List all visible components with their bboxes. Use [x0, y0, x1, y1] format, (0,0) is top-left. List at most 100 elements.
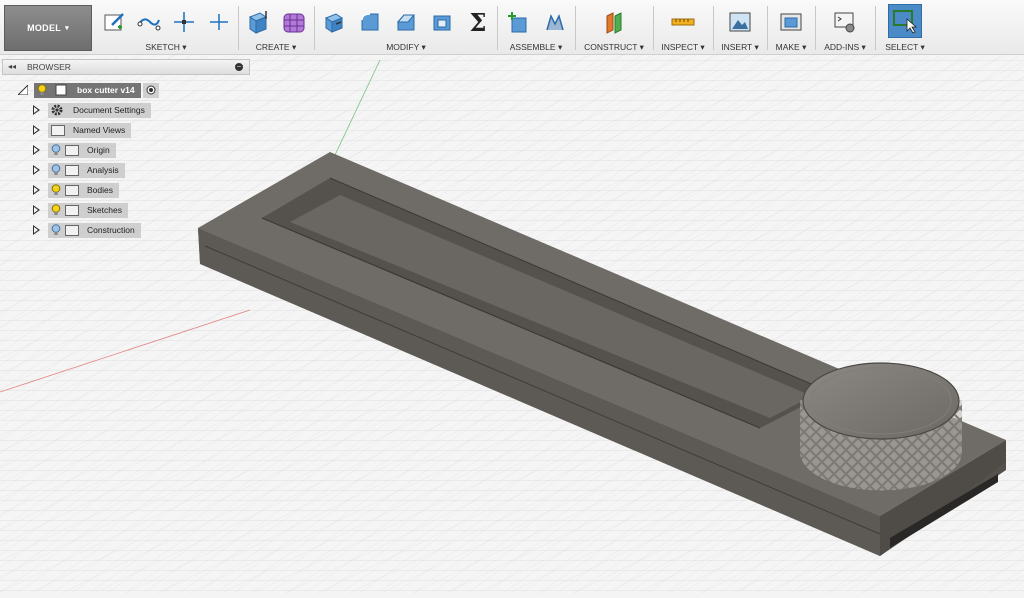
line-tool-icon[interactable] [136, 9, 162, 35]
toolbar-group-insert: INSERT ▾ [715, 0, 765, 54]
lightbulb-off-icon[interactable] [51, 224, 61, 236]
folder-icon [65, 224, 79, 236]
toolbar-group-label-sketch[interactable]: SKETCH ▾ [96, 42, 236, 53]
lightbulb-off-icon[interactable] [51, 164, 61, 176]
collapse-browser-icon[interactable]: ◂◂ [8, 62, 16, 71]
toolbar-divider [497, 6, 498, 50]
browser-item-tag[interactable]: Origin [48, 142, 116, 158]
toolbar-divider [713, 6, 714, 50]
toolbar-group-assemble: ASSEMBLE ▾ [499, 0, 573, 54]
toolbar-divider [238, 6, 239, 50]
browser-panel-header[interactable]: ◂◂ BROWSER – [2, 59, 250, 75]
dimension-tool-icon[interactable] [206, 9, 232, 35]
folder-icon [65, 144, 79, 156]
toolbar-group-label-assemble[interactable]: ASSEMBLE ▾ [499, 42, 573, 53]
browser-item-label: Document Settings [73, 105, 145, 115]
point-tool-icon[interactable] [171, 9, 197, 35]
browser-item-label: Construction [87, 225, 135, 235]
main-toolbar: MODEL ▾ SKETCH ▾ CREATE ▾ Σ MODIFY ▾ ASS… [0, 0, 1024, 55]
workspace-label: MODEL [27, 23, 62, 33]
browser-item-construction[interactable]: Construction [33, 222, 141, 238]
root-node-tag[interactable]: box cutter v14 [34, 82, 141, 98]
lightbulb-on-icon[interactable] [51, 204, 61, 216]
folder-icon [65, 204, 79, 216]
toolbar-group-select: SELECT ▾ [877, 0, 933, 54]
expand-triangle-icon[interactable] [33, 225, 40, 235]
toolbar-group-make: MAKE ▾ [769, 0, 813, 54]
lightbulb-off-icon[interactable] [51, 144, 61, 156]
toolbar-group-label-select[interactable]: SELECT ▾ [877, 42, 933, 53]
create-sketch-icon[interactable] [101, 9, 127, 35]
toolbar-group-create: CREATE ▾ [240, 0, 312, 54]
expand-triangle-icon[interactable] [33, 165, 40, 175]
form-tool-icon[interactable] [281, 9, 307, 35]
browser-item-origin[interactable]: Origin [33, 142, 116, 158]
toolbar-group-label-insert[interactable]: INSERT ▾ [715, 42, 765, 53]
browser-item-document-settings[interactable]: Document Settings [33, 102, 151, 118]
browser-title: BROWSER [27, 62, 71, 72]
browser-item-analysis[interactable]: Analysis [33, 162, 125, 178]
toolbar-group-label-construct[interactable]: CONSTRUCT ▾ [577, 42, 651, 53]
browser-item-label: Sketches [87, 205, 122, 215]
lightbulb-on-icon[interactable] [37, 84, 47, 96]
browser-item-tag[interactable]: Document Settings [48, 102, 151, 118]
toolbar-group-label-make[interactable]: MAKE ▾ [769, 42, 813, 53]
folder-icon [65, 184, 79, 196]
browser-root-node[interactable]: box cutter v14 [18, 82, 159, 98]
folder-icon [51, 124, 65, 136]
minimize-browser-icon[interactable]: – [235, 63, 243, 71]
browser-item-label: Analysis [87, 165, 119, 175]
fillet-icon[interactable] [357, 9, 383, 35]
browser-item-tag[interactable]: Construction [48, 222, 141, 238]
toolbar-group-modify: Σ MODIFY ▾ [316, 0, 496, 54]
radio-active-icon [146, 85, 156, 95]
toolbar-divider [653, 6, 654, 50]
press-pull-icon[interactable] [321, 9, 347, 35]
browser-item-label: Bodies [87, 185, 113, 195]
toolbar-group-label-create[interactable]: CREATE ▾ [240, 42, 312, 53]
extrude-icon[interactable] [245, 9, 271, 35]
browser-item-tag[interactable]: Bodies [48, 182, 119, 198]
expand-triangle-icon[interactable] [33, 185, 40, 195]
chamfer-icon[interactable] [393, 9, 419, 35]
workspace-switcher-button[interactable]: MODEL ▾ [4, 5, 92, 51]
lightbulb-on-icon[interactable] [51, 184, 61, 196]
toolbar-group-sketch: SKETCH ▾ [96, 0, 236, 54]
new-component-icon[interactable] [505, 9, 531, 35]
toolbar-divider [575, 6, 576, 50]
document-icon [55, 84, 67, 96]
toolbar-group-label-addins[interactable]: ADD-INS ▾ [817, 42, 873, 53]
compute-all-icon[interactable]: Σ [465, 8, 491, 37]
browser-item-bodies[interactable]: Bodies [33, 182, 119, 198]
measure-icon[interactable] [670, 9, 696, 35]
knob-top-face [802, 362, 960, 440]
toolbar-group-label-inspect[interactable]: INSPECT ▾ [655, 42, 711, 53]
3d-print-icon[interactable] [778, 9, 804, 35]
scripts-addins-icon[interactable] [832, 9, 858, 35]
toolbar-divider [314, 6, 315, 50]
expand-triangle-icon[interactable] [33, 145, 40, 155]
toolbar-divider [767, 6, 768, 50]
joint-icon[interactable] [542, 9, 568, 35]
insert-image-icon[interactable] [727, 9, 753, 35]
browser-item-tag[interactable]: Sketches [48, 202, 128, 218]
expand-triangle-icon[interactable] [33, 205, 40, 215]
toolbar-group-inspect: INSPECT ▾ [655, 0, 711, 54]
toolbar-group-label-modify[interactable]: MODIFY ▾ [316, 42, 496, 53]
browser-item-tag[interactable]: Analysis [48, 162, 125, 178]
browser-item-tag[interactable]: Named Views [48, 122, 132, 138]
expand-triangle-icon[interactable] [33, 125, 40, 135]
activate-component-button[interactable] [142, 82, 159, 98]
browser-item-named-views[interactable]: Named Views [33, 122, 132, 138]
offset-plane-icon[interactable] [601, 9, 627, 35]
shell-icon[interactable] [429, 9, 455, 35]
expanded-triangle-icon[interactable] [18, 85, 28, 95]
browser-item-label: Origin [87, 145, 110, 155]
gear-icon [51, 104, 63, 116]
toolbar-group-construct: CONSTRUCT ▾ [577, 0, 651, 54]
browser-item-sketches[interactable]: Sketches [33, 202, 128, 218]
root-node-label: box cutter v14 [77, 85, 135, 95]
select-tool-icon[interactable] [888, 4, 922, 38]
expand-triangle-icon[interactable] [33, 105, 40, 115]
toolbar-divider [875, 6, 876, 50]
